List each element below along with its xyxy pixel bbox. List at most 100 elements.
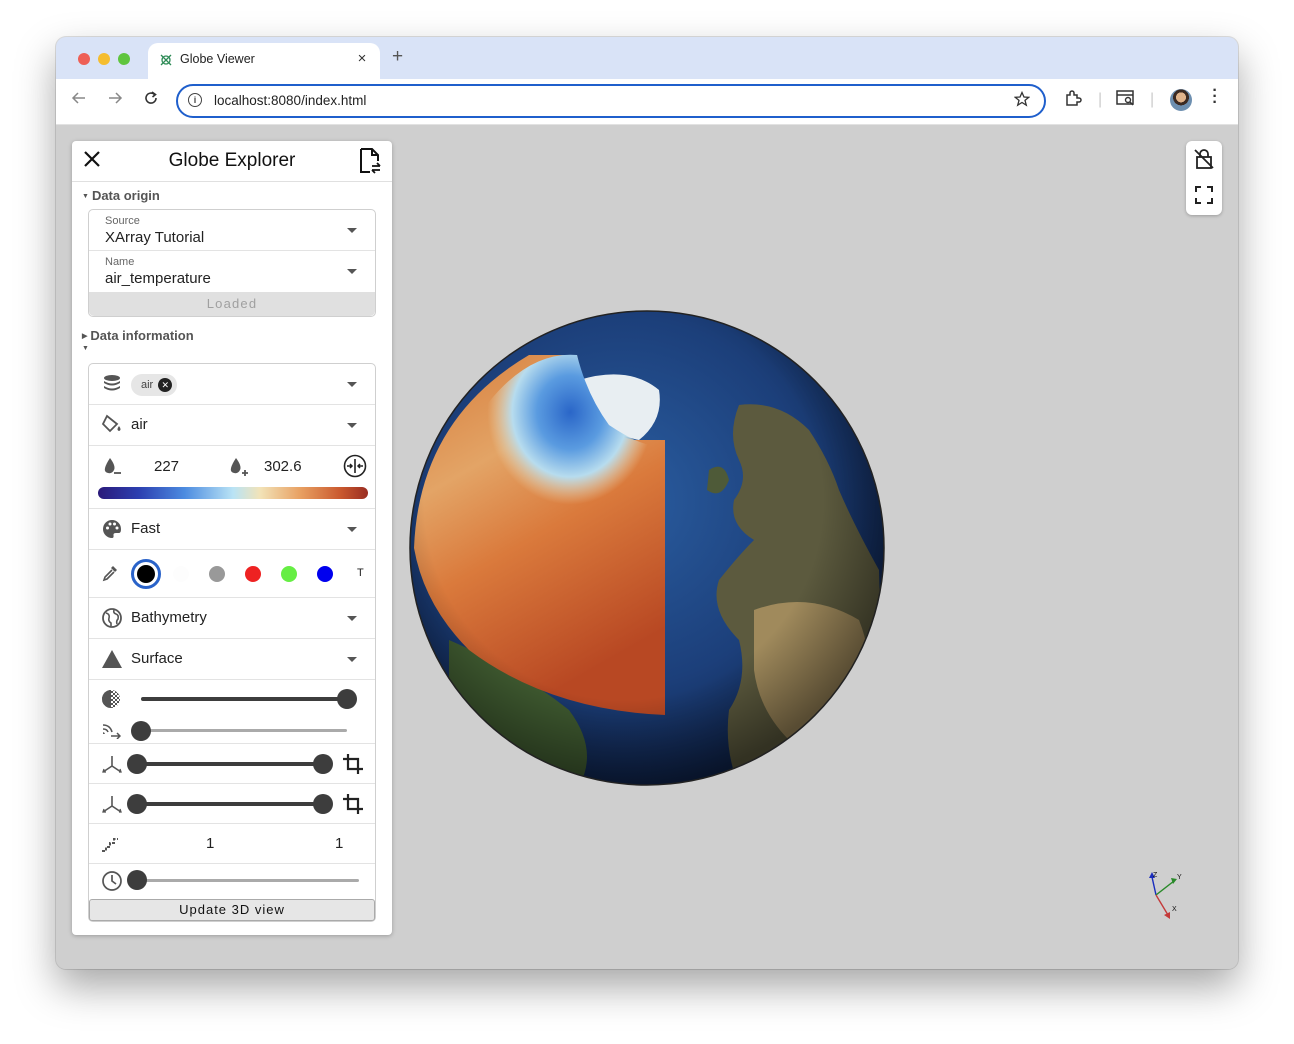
address-bar[interactable]: i localhost:8080/index.html bbox=[176, 84, 1046, 118]
orientation-axes: Z Y X bbox=[1149, 872, 1182, 919]
range-min-icon bbox=[104, 458, 121, 474]
opacity-slider-track[interactable] bbox=[141, 697, 347, 701]
dropdown-arrow-icon bbox=[347, 527, 357, 532]
color-by-select[interactable]: air bbox=[89, 405, 375, 446]
step-right-value[interactable]: 1 bbox=[335, 835, 343, 852]
panel-header: Globe Explorer bbox=[72, 141, 392, 182]
dropdown-arrow-icon bbox=[347, 423, 357, 428]
range-min-value[interactable]: 227 bbox=[154, 458, 179, 475]
extensions-icon[interactable] bbox=[1064, 89, 1082, 112]
colormap-select[interactable]: Fast bbox=[89, 509, 375, 550]
remove-chip-icon[interactable]: ✕ bbox=[158, 378, 173, 392]
url-text[interactable]: localhost:8080/index.html bbox=[214, 93, 366, 108]
crop-slider-2-track[interactable] bbox=[137, 802, 323, 806]
view-tools bbox=[1186, 141, 1222, 215]
crop-slider-1-track[interactable] bbox=[137, 762, 323, 766]
colormap-value: Fast bbox=[131, 520, 161, 537]
time-slider-track[interactable] bbox=[137, 879, 359, 882]
name-select[interactable]: Name air_temperature bbox=[89, 251, 375, 292]
forward-icon[interactable] bbox=[104, 90, 126, 111]
fullscreen-icon[interactable] bbox=[1194, 185, 1214, 205]
data-information-toggle[interactable]: ▶ Data information bbox=[82, 328, 194, 343]
panel-title: Globe Explorer bbox=[168, 150, 296, 171]
toolbar-divider: | bbox=[1098, 91, 1103, 108]
z-axis-line bbox=[1151, 876, 1157, 896]
range-max-value[interactable]: 302.6 bbox=[264, 458, 302, 475]
crop-slider-2-min-thumb[interactable] bbox=[127, 794, 147, 814]
browser-tab[interactable]: Globe Viewer × bbox=[148, 43, 380, 79]
triangle-icon bbox=[102, 650, 122, 668]
crop-slider-1-min-thumb[interactable] bbox=[127, 754, 147, 774]
opacity-icon bbox=[102, 690, 120, 708]
database-icon bbox=[104, 375, 120, 391]
tab-strip: Globe Viewer × + bbox=[56, 37, 1238, 79]
fields-select[interactable]: air ✕ bbox=[89, 364, 375, 405]
minimize-window-button[interactable] bbox=[98, 53, 110, 65]
representation-value: Surface bbox=[131, 650, 183, 667]
representation-select[interactable]: Surface bbox=[89, 639, 375, 680]
green-swatch[interactable] bbox=[281, 566, 297, 582]
transparent-swatch[interactable]: T bbox=[357, 567, 364, 579]
dropdown-arrow-icon bbox=[347, 269, 357, 274]
back-icon[interactable] bbox=[68, 90, 90, 111]
render-viewport[interactable]: Globe Explorer ▼ Data origin Source XArra… bbox=[56, 125, 1238, 969]
globe-explorer-panel: Globe Explorer ▼ Data origin Source XArra… bbox=[72, 141, 392, 935]
gray-swatch[interactable] bbox=[209, 566, 225, 582]
stairs-icon bbox=[102, 838, 118, 852]
axes-icon bbox=[102, 796, 122, 813]
field-chip-label: air bbox=[141, 379, 154, 391]
step-left-value[interactable]: 1 bbox=[206, 835, 214, 852]
browser-menu-icon[interactable]: · · · bbox=[1210, 83, 1220, 111]
x-axis-line bbox=[1155, 894, 1169, 916]
time-slider-thumb[interactable] bbox=[127, 870, 147, 890]
close-window-button[interactable] bbox=[78, 53, 90, 65]
solid-color-row: T bbox=[89, 550, 375, 598]
scale-slider-thumb[interactable] bbox=[131, 721, 151, 741]
crop-slider-2-max-thumb[interactable] bbox=[313, 794, 333, 814]
reset-range-icon[interactable] bbox=[343, 454, 367, 478]
caret-down-icon[interactable]: ▼ bbox=[82, 345, 89, 352]
maximize-window-button[interactable] bbox=[118, 53, 130, 65]
caret-down-icon: ▼ bbox=[82, 193, 89, 200]
name-label: Name bbox=[105, 256, 135, 268]
data-origin-toggle[interactable]: ▼ Data origin bbox=[82, 188, 160, 203]
eyedropper-icon[interactable] bbox=[101, 564, 119, 582]
dropdown-arrow-icon bbox=[347, 228, 357, 233]
globe-render[interactable] bbox=[409, 310, 885, 786]
crop-slider-1-max-thumb[interactable] bbox=[313, 754, 333, 774]
lock-off-icon[interactable] bbox=[1193, 148, 1215, 170]
white-swatch[interactable] bbox=[173, 566, 189, 582]
scale-slider-track[interactable] bbox=[141, 729, 347, 732]
crop-icon[interactable] bbox=[341, 792, 365, 816]
tab-close-icon[interactable]: × bbox=[354, 50, 370, 67]
loaded-button[interactable]: Loaded bbox=[89, 292, 375, 316]
crop-range-row-2 bbox=[89, 784, 375, 824]
clock-icon bbox=[102, 871, 122, 891]
crop-icon[interactable] bbox=[341, 752, 365, 776]
update-3d-view-button[interactable]: Update 3D view bbox=[89, 899, 375, 921]
source-select[interactable]: Source XArray Tutorial bbox=[89, 210, 375, 251]
crop-range-row-1 bbox=[89, 744, 375, 784]
dropdown-arrow-icon bbox=[347, 657, 357, 662]
field-chip[interactable]: air ✕ bbox=[131, 374, 178, 396]
tab-search-icon[interactable] bbox=[1116, 89, 1136, 112]
dropdown-arrow-icon bbox=[347, 382, 357, 387]
blue-swatch[interactable] bbox=[317, 566, 333, 582]
reload-icon[interactable] bbox=[140, 90, 162, 111]
star-icon[interactable] bbox=[1013, 90, 1031, 112]
opacity-slider-thumb[interactable] bbox=[337, 689, 357, 709]
texture-select[interactable]: Bathymetry bbox=[89, 598, 375, 639]
black-swatch bbox=[137, 565, 155, 583]
y-axis-line bbox=[1155, 880, 1175, 896]
globe-favicon-icon bbox=[160, 54, 172, 66]
opacity-scale-row bbox=[89, 680, 375, 744]
site-info-icon[interactable]: i bbox=[188, 93, 202, 107]
time-row bbox=[89, 864, 375, 899]
red-swatch[interactable] bbox=[245, 566, 261, 582]
color-range-row: 227 302.6 bbox=[89, 446, 375, 509]
file-swap-icon[interactable] bbox=[358, 147, 382, 175]
color-swatch-selected[interactable] bbox=[131, 559, 161, 589]
profile-avatar[interactable] bbox=[1170, 89, 1192, 111]
new-tab-button[interactable]: + bbox=[392, 46, 403, 68]
y-axis-label: Y bbox=[1177, 874, 1182, 881]
